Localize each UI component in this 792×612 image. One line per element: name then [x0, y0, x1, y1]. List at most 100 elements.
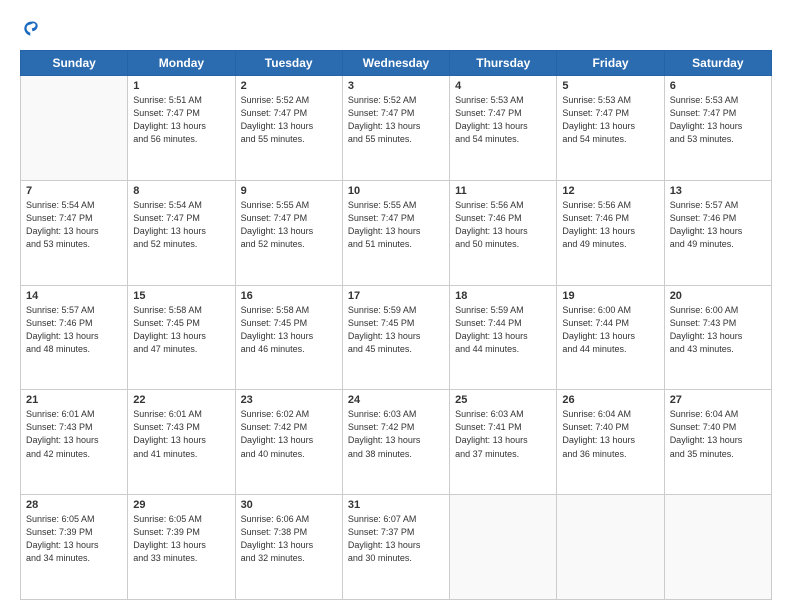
day-info: Sunrise: 5:55 AM Sunset: 7:47 PM Dayligh… [241, 199, 337, 251]
day-info: Sunrise: 6:03 AM Sunset: 7:42 PM Dayligh… [348, 408, 444, 460]
calendar-cell: 19 Sunrise: 6:00 AM Sunset: 7:44 PM Dayli… [557, 285, 664, 390]
calendar-cell: 26 Sunrise: 6:04 AM Sunset: 7:40 PM Dayli… [557, 390, 664, 495]
calendar-cell: 15 Sunrise: 5:58 AM Sunset: 7:45 PM Dayli… [128, 285, 235, 390]
header [20, 18, 772, 40]
day-number: 18 [455, 290, 551, 302]
calendar-cell: 22 Sunrise: 6:01 AM Sunset: 7:43 PM Dayli… [128, 390, 235, 495]
day-info: Sunrise: 6:03 AM Sunset: 7:41 PM Dayligh… [455, 408, 551, 460]
day-info: Sunrise: 5:52 AM Sunset: 7:47 PM Dayligh… [348, 94, 444, 146]
day-info: Sunrise: 6:05 AM Sunset: 7:39 PM Dayligh… [26, 513, 122, 565]
day-info: Sunrise: 5:58 AM Sunset: 7:45 PM Dayligh… [133, 304, 229, 356]
calendar-cell: 18 Sunrise: 5:59 AM Sunset: 7:44 PM Dayli… [450, 285, 557, 390]
day-header-wednesday: Wednesday [342, 51, 449, 76]
calendar-cell: 25 Sunrise: 6:03 AM Sunset: 7:41 PM Dayli… [450, 390, 557, 495]
day-info: Sunrise: 6:04 AM Sunset: 7:40 PM Dayligh… [670, 408, 766, 460]
day-number: 2 [241, 80, 337, 92]
day-info: Sunrise: 5:53 AM Sunset: 7:47 PM Dayligh… [455, 94, 551, 146]
day-number: 17 [348, 290, 444, 302]
calendar-cell: 4 Sunrise: 5:53 AM Sunset: 7:47 PM Daylig… [450, 76, 557, 181]
day-header-friday: Friday [557, 51, 664, 76]
day-number: 29 [133, 499, 229, 511]
day-info: Sunrise: 5:54 AM Sunset: 7:47 PM Dayligh… [133, 199, 229, 251]
day-number: 31 [348, 499, 444, 511]
day-info: Sunrise: 6:01 AM Sunset: 7:43 PM Dayligh… [26, 408, 122, 460]
day-info: Sunrise: 6:06 AM Sunset: 7:38 PM Dayligh… [241, 513, 337, 565]
day-info: Sunrise: 6:00 AM Sunset: 7:44 PM Dayligh… [562, 304, 658, 356]
day-number: 6 [670, 80, 766, 92]
calendar-cell: 21 Sunrise: 6:01 AM Sunset: 7:43 PM Dayli… [21, 390, 128, 495]
day-info: Sunrise: 6:01 AM Sunset: 7:43 PM Dayligh… [133, 408, 229, 460]
calendar-cell: 31 Sunrise: 6:07 AM Sunset: 7:37 PM Dayli… [342, 495, 449, 600]
day-number: 14 [26, 290, 122, 302]
calendar-cell: 7Sunrise: 5:54 AM Sunset: 7:47 PM Daylig… [21, 180, 128, 285]
day-number: 9 [241, 185, 337, 197]
day-info: Sunrise: 6:00 AM Sunset: 7:43 PM Dayligh… [670, 304, 766, 356]
calendar-cell: 24 Sunrise: 6:03 AM Sunset: 7:42 PM Dayli… [342, 390, 449, 495]
day-number: 20 [670, 290, 766, 302]
day-number: 19 [562, 290, 658, 302]
day-number: 16 [241, 290, 337, 302]
calendar-cell: 12 Sunrise: 5:56 AM Sunset: 7:46 PM Dayli… [557, 180, 664, 285]
calendar-cell: 9 Sunrise: 5:55 AM Sunset: 7:47 PM Daylig… [235, 180, 342, 285]
day-info: Sunrise: 5:57 AM Sunset: 7:46 PM Dayligh… [670, 199, 766, 251]
day-header-sunday: Sunday [21, 51, 128, 76]
day-number: 15 [133, 290, 229, 302]
day-number: 24 [348, 394, 444, 406]
calendar-cell: 17 Sunrise: 5:59 AM Sunset: 7:45 PM Dayli… [342, 285, 449, 390]
day-number: 7 [26, 185, 122, 197]
day-header-monday: Monday [128, 51, 235, 76]
calendar-cell [664, 495, 771, 600]
calendar-cell: 2 Sunrise: 5:52 AM Sunset: 7:47 PM Daylig… [235, 76, 342, 181]
calendar-cell: 27 Sunrise: 6:04 AM Sunset: 7:40 PM Dayli… [664, 390, 771, 495]
day-number: 1 [133, 80, 229, 92]
day-number: 22 [133, 394, 229, 406]
calendar-cell: 13 Sunrise: 5:57 AM Sunset: 7:46 PM Dayli… [664, 180, 771, 285]
day-number: 23 [241, 394, 337, 406]
day-info: Sunrise: 5:53 AM Sunset: 7:47 PM Dayligh… [670, 94, 766, 146]
calendar-cell: 16 Sunrise: 5:58 AM Sunset: 7:45 PM Dayli… [235, 285, 342, 390]
day-info: Sunrise: 5:59 AM Sunset: 7:44 PM Dayligh… [455, 304, 551, 356]
day-number: 26 [562, 394, 658, 406]
calendar-cell: 1Sunrise: 5:51 AM Sunset: 7:47 PM Daylig… [128, 76, 235, 181]
day-number: 12 [562, 185, 658, 197]
day-number: 27 [670, 394, 766, 406]
day-number: 25 [455, 394, 551, 406]
day-info: Sunrise: 5:53 AM Sunset: 7:47 PM Dayligh… [562, 94, 658, 146]
day-info: Sunrise: 5:57 AM Sunset: 7:46 PM Dayligh… [26, 304, 122, 356]
day-info: Sunrise: 6:05 AM Sunset: 7:39 PM Dayligh… [133, 513, 229, 565]
day-number: 11 [455, 185, 551, 197]
day-number: 13 [670, 185, 766, 197]
day-info: Sunrise: 5:58 AM Sunset: 7:45 PM Dayligh… [241, 304, 337, 356]
calendar-cell: 8 Sunrise: 5:54 AM Sunset: 7:47 PM Daylig… [128, 180, 235, 285]
day-info: Sunrise: 5:52 AM Sunset: 7:47 PM Dayligh… [241, 94, 337, 146]
day-number: 21 [26, 394, 122, 406]
day-info: Sunrise: 5:55 AM Sunset: 7:47 PM Dayligh… [348, 199, 444, 251]
calendar-cell [450, 495, 557, 600]
day-header-thursday: Thursday [450, 51, 557, 76]
day-info: Sunrise: 6:07 AM Sunset: 7:37 PM Dayligh… [348, 513, 444, 565]
day-number: 10 [348, 185, 444, 197]
logo [20, 18, 46, 40]
day-number: 3 [348, 80, 444, 92]
day-number: 8 [133, 185, 229, 197]
calendar-cell: 5 Sunrise: 5:53 AM Sunset: 7:47 PM Daylig… [557, 76, 664, 181]
calendar-cell: 11 Sunrise: 5:56 AM Sunset: 7:46 PM Dayli… [450, 180, 557, 285]
calendar-cell: 23 Sunrise: 6:02 AM Sunset: 7:42 PM Dayli… [235, 390, 342, 495]
calendar-cell: 20 Sunrise: 6:00 AM Sunset: 7:43 PM Dayli… [664, 285, 771, 390]
calendar-cell: 28Sunrise: 6:05 AM Sunset: 7:39 PM Dayli… [21, 495, 128, 600]
calendar-cell: 14 Sunrise: 5:57 AM Sunset: 7:46 PM Dayli… [21, 285, 128, 390]
day-header-tuesday: Tuesday [235, 51, 342, 76]
calendar-cell: 29 Sunrise: 6:05 AM Sunset: 7:39 PM Dayli… [128, 495, 235, 600]
day-info: Sunrise: 5:56 AM Sunset: 7:46 PM Dayligh… [455, 199, 551, 251]
day-number: 5 [562, 80, 658, 92]
day-number: 30 [241, 499, 337, 511]
day-info: Sunrise: 5:59 AM Sunset: 7:45 PM Dayligh… [348, 304, 444, 356]
day-info: Sunrise: 6:04 AM Sunset: 7:40 PM Dayligh… [562, 408, 658, 460]
calendar-table: SundayMondayTuesdayWednesdayThursdayFrid… [20, 50, 772, 600]
day-info: Sunrise: 6:02 AM Sunset: 7:42 PM Dayligh… [241, 408, 337, 460]
calendar-cell: 6 Sunrise: 5:53 AM Sunset: 7:47 PM Daylig… [664, 76, 771, 181]
day-info: Sunrise: 5:56 AM Sunset: 7:46 PM Dayligh… [562, 199, 658, 251]
day-number: 4 [455, 80, 551, 92]
calendar-cell: 3 Sunrise: 5:52 AM Sunset: 7:47 PM Daylig… [342, 76, 449, 181]
calendar-cell: 30 Sunrise: 6:06 AM Sunset: 7:38 PM Dayli… [235, 495, 342, 600]
